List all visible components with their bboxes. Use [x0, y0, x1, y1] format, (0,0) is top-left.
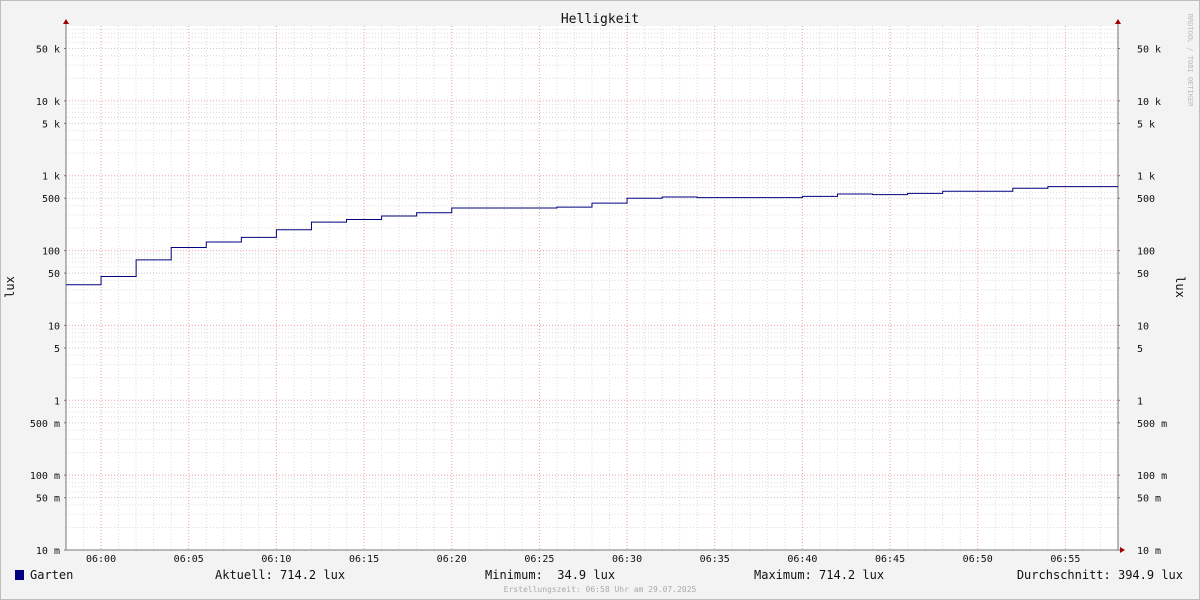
x-tick-labels: 06:00 06:05 06:10 06:15 06:20 06:25 06:30 06:35…	[86, 554, 1080, 565]
y-tick-label-right: 500 m	[1137, 419, 1167, 430]
x-tick-label: 06:50	[963, 554, 993, 565]
y-axis-arrow-left	[63, 19, 69, 24]
legend-aktuell: Aktuell: 714.2 lux	[215, 568, 345, 582]
x-tick-label: 06:15	[349, 554, 379, 565]
y-tick-label-left: 10 m	[36, 546, 60, 557]
x-tick-label: 06:00	[86, 554, 116, 565]
legend-series-name: Garten	[30, 568, 73, 582]
y-tick-label-right: 100 m	[1137, 471, 1167, 482]
y-tick-label-right: 5	[1137, 344, 1143, 355]
y-tick-label-right: 1	[1137, 396, 1143, 407]
y-tick-label-right: 10 k	[1137, 97, 1161, 108]
y-tick-label-left: 500	[42, 194, 60, 205]
y-tick-label-left: 5 k	[42, 119, 60, 130]
footer-timestamp: Erstellungszeit: 06:58 Uhr am 29.07.2025	[504, 585, 697, 594]
legend-maximum: Maximum: 714.2 lux	[754, 568, 884, 582]
y-tick-label-right: 5 k	[1137, 119, 1155, 130]
y-tick-label-left: 5	[54, 344, 60, 355]
y-tick-label-left: 100	[42, 247, 60, 258]
chart-title: Helligkeit	[561, 12, 639, 27]
legend-durchschnitt: Durchschnitt: 394.9 lux	[1017, 568, 1183, 582]
y-tick-label-right: 10	[1137, 321, 1149, 332]
x-tick-label: 06:10	[261, 554, 291, 565]
y-tick-label-right: 500	[1137, 194, 1155, 205]
x-tick-label: 06:40	[787, 554, 817, 565]
x-tick-label: 06:35	[700, 554, 730, 565]
y-tick-label-left: 10	[48, 321, 60, 332]
y-tick-label-left: 10 k	[36, 97, 60, 108]
y-axis-title-left: lux	[3, 276, 17, 298]
watermark: RRDTOOL / TOBI OETIKER	[1186, 14, 1194, 108]
x-tick-label: 06:30	[612, 554, 642, 565]
y-tick-label-right: 100	[1137, 247, 1155, 258]
x-tick-label: 06:25	[524, 554, 554, 565]
y-tick-label-left: 50 m	[36, 494, 60, 505]
y-tick-labels-right: 50 k 10 k 5 k 1 k 500 100 50 10 5 1 500 m 100 m 50 m…	[1118, 45, 1167, 557]
y-axis-arrow-right	[1115, 19, 1121, 24]
x-tick-label: 06:20	[437, 554, 467, 565]
legend-minimum: Minimum: 34.9 lux	[485, 568, 615, 582]
y-tick-label-left: 1	[54, 396, 60, 407]
legend-swatch	[15, 570, 24, 580]
chart: 50 k 10 k 5 k 1 k 500 100 50 10 5 1 500 m 100 m 50 m…	[3, 12, 1194, 594]
y-tick-label-right: 50 m	[1137, 494, 1161, 505]
y-tick-label-left: 100 m	[30, 471, 60, 482]
y-axis-title-right: lux	[1173, 276, 1187, 298]
y-tick-label-left: 50	[48, 269, 60, 280]
y-tick-label-left: 50 k	[36, 45, 60, 56]
y-tick-label-left: 1 k	[42, 172, 60, 183]
x-tick-label: 06:45	[875, 554, 905, 565]
x-tick-label: 06:55	[1050, 554, 1080, 565]
y-tick-label-left: 500 m	[30, 419, 60, 430]
x-axis-arrow	[1120, 547, 1125, 553]
y-tick-label-right: 50 k	[1137, 45, 1161, 56]
y-tick-label-right: 50	[1137, 269, 1149, 280]
y-tick-label-right: 1 k	[1137, 172, 1155, 183]
y-tick-label-right: 10 m	[1137, 546, 1161, 557]
x-tick-label: 06:05	[174, 554, 204, 565]
y-tick-labels-left: 50 k 10 k 5 k 1 k 500 100 50 10 5 1 500 m 100 m 50 m…	[30, 45, 66, 557]
